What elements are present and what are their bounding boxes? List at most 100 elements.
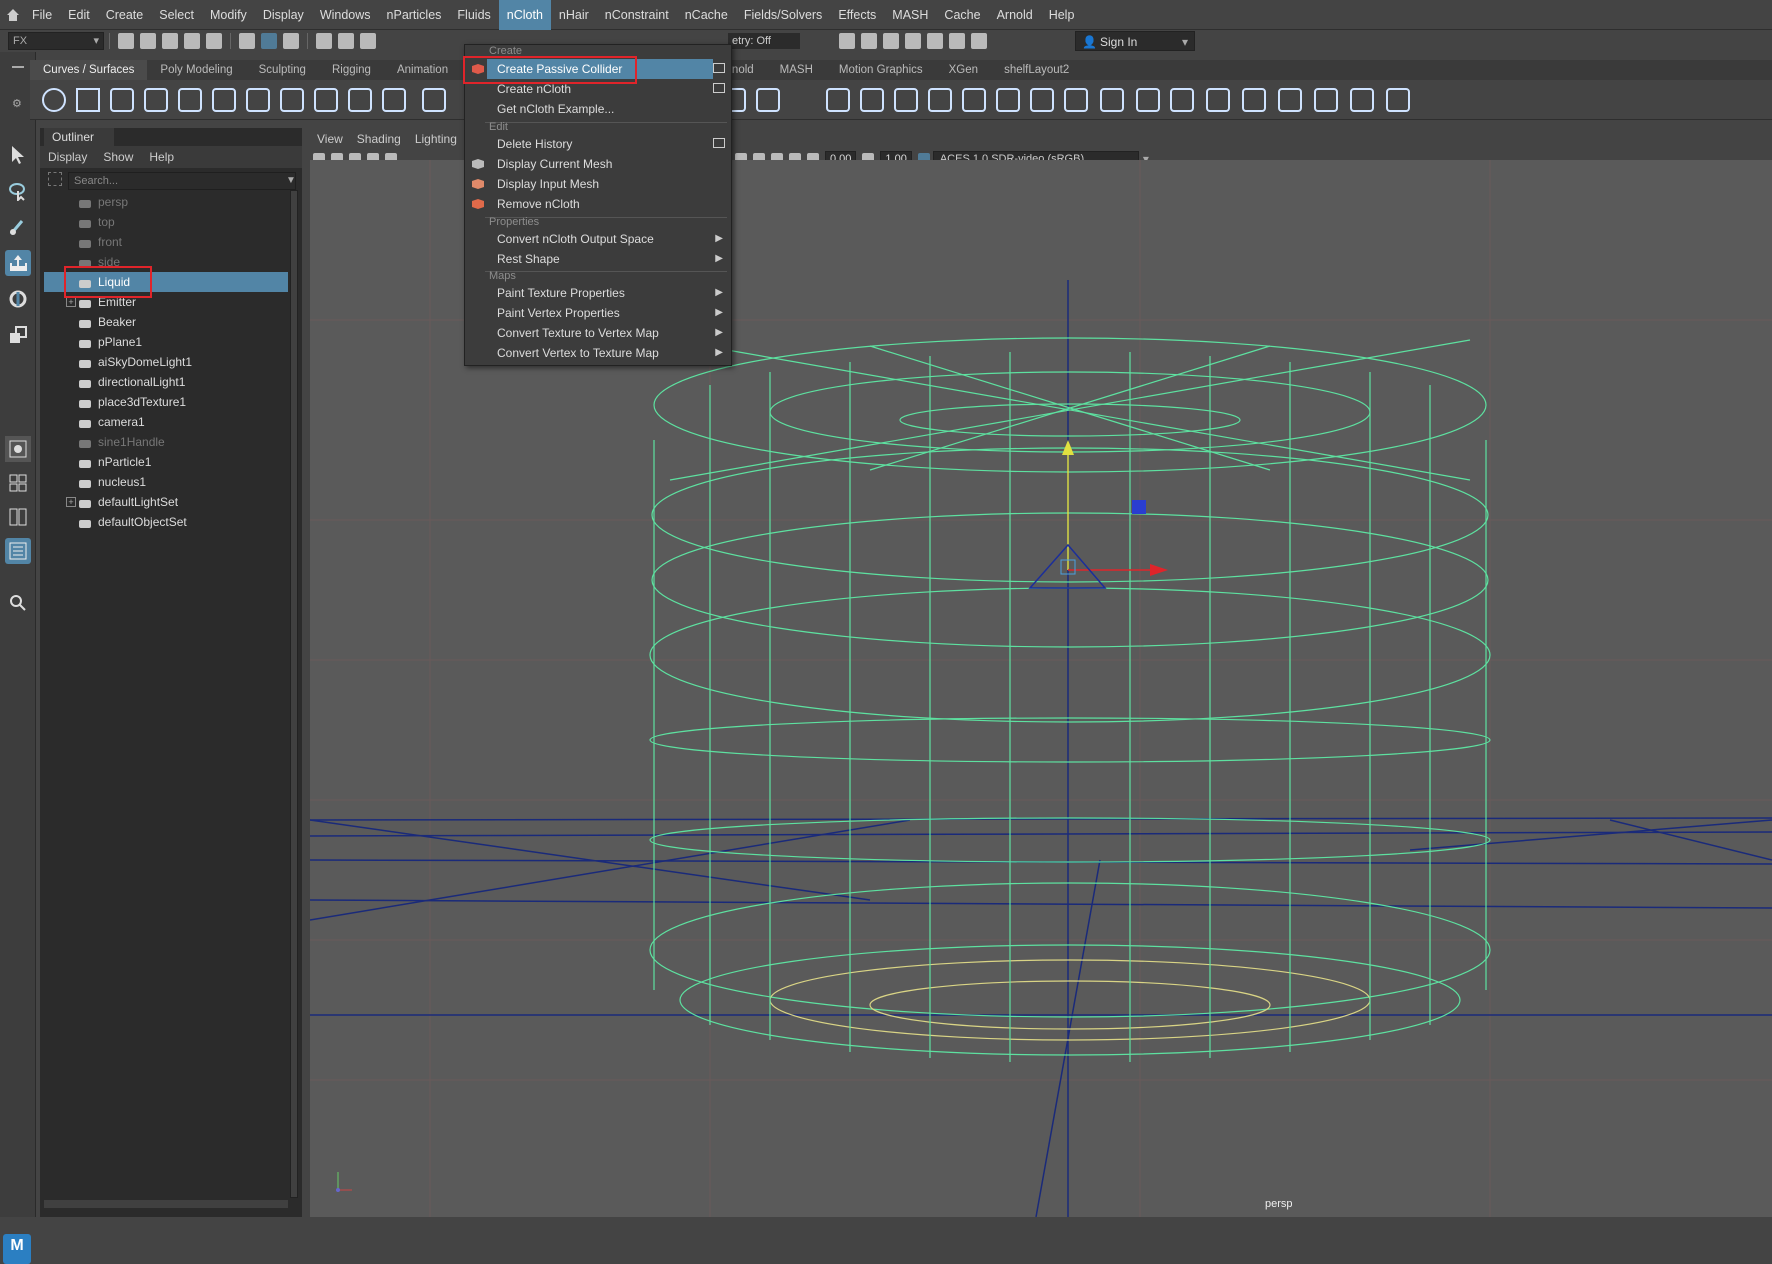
outliner-menu-help[interactable]: Help [141,150,182,164]
curve-reverse-icon[interactable] [422,88,446,112]
outliner-item[interactable]: sine1Handle [44,432,288,452]
paint-select-tool-icon[interactable] [5,214,31,240]
menu-nconstraint[interactable]: nConstraint [597,0,677,30]
surface-rebuild-icon[interactable] [1278,88,1302,112]
surface-detach-icon[interactable] [1136,88,1160,112]
select-hierarchy-icon[interactable] [239,33,255,49]
menu-cache[interactable]: Cache [936,0,988,30]
shelf-tab-rigging[interactable]: Rigging [319,60,384,80]
menu-fluids[interactable]: Fluids [449,0,498,30]
symmetry-field[interactable]: etry: Off [728,33,800,49]
outliner-item[interactable]: persp [44,192,288,212]
menu-item-rest-shape[interactable]: Rest Shape ▶ [487,249,723,269]
search-icon[interactable] [5,590,31,616]
camera-tools-icon[interactable] [949,33,965,49]
curve-rebuild-icon[interactable] [382,88,406,112]
menu-item-paint-texture-properties[interactable]: Paint Texture Properties ▶ [487,283,723,303]
surface-boundary-icon[interactable] [928,88,952,112]
filter-icon[interactable] [48,172,62,186]
expand-icon[interactable]: + [66,297,76,307]
outliner-item[interactable]: front [44,232,288,252]
shelf-tab-shelflayout2[interactable]: shelfLayout2 [991,60,1082,80]
outliner-item[interactable]: directionalLight1 [44,372,288,392]
menu-item-convert-output-space[interactable]: Convert nCloth Output Space ▶ [487,229,723,249]
rotate-tool-icon[interactable] [5,286,31,312]
render-settings-icon[interactable] [883,33,899,49]
outliner-layout-icon[interactable] [5,538,31,564]
move-tool-icon[interactable] [5,250,31,276]
menu-mash[interactable]: MASH [884,0,936,30]
option-box-icon[interactable] [713,63,725,73]
pencil-curve-icon[interactable] [144,88,168,112]
gear-icon[interactable]: ⚙ [12,97,22,110]
surface-stitch-icon[interactable] [1206,88,1230,112]
four-view-layout-icon[interactable] [5,470,31,496]
scale-tool-icon[interactable] [5,322,31,348]
open-scene-icon[interactable] [140,33,156,49]
surface-align-icon[interactable] [1170,88,1194,112]
curve-fillet-icon[interactable] [280,88,304,112]
menu-fields-solvers[interactable]: Fields/Solvers [736,0,831,30]
shelf-tab-motion-graphics[interactable]: Motion Graphics [826,60,936,80]
surface-offset-icon[interactable] [1350,88,1374,112]
surface-bevel-icon[interactable] [996,88,1020,112]
menu-create[interactable]: Create [98,0,152,30]
curve-extend-icon[interactable] [314,88,338,112]
select-object-icon[interactable] [261,33,277,49]
viewport-menu-view[interactable]: View [310,132,350,146]
outliner-item[interactable]: nParticle1 [44,452,288,472]
menu-modify[interactable]: Modify [202,0,255,30]
surface-untrim-icon[interactable] [1064,88,1088,112]
menu-item-paint-vertex-properties[interactable]: Paint Vertex Properties ▶ [487,303,723,323]
outliner-menu-display[interactable]: Display [40,150,95,164]
outliner-item[interactable]: place3dTexture1 [44,392,288,412]
ipr-render-icon[interactable] [861,33,877,49]
ep-curve-icon[interactable] [178,88,202,112]
outliner-item[interactable]: + defaultLightSet [44,492,288,512]
surface-birail-icon[interactable] [894,88,918,112]
outliner-item[interactable]: camera1 [44,412,288,432]
outliner-item[interactable]: Beaker [44,312,288,332]
menu-item-convert-texture-to-vertex[interactable]: Convert Texture to Vertex Map ▶ [487,323,723,343]
shelf-tab-xgen[interactable]: XGen [936,60,991,80]
new-scene-icon[interactable] [118,33,134,49]
shelf-menu-icon[interactable] [12,66,24,68]
menu-file[interactable]: File [24,0,60,30]
shelf-tab-poly-modeling[interactable]: Poly Modeling [147,60,245,80]
menu-arnold[interactable]: Arnold [989,0,1041,30]
menu-nparticles[interactable]: nParticles [379,0,450,30]
menu-item-remove-ncloth[interactable]: Remove nCloth [487,194,713,214]
outliner-horizontal-scrollbar[interactable] [44,1200,288,1208]
outliner-search-input[interactable]: Search... [68,172,296,190]
nurbs-square-icon[interactable] [76,88,100,112]
surface-sculpt-icon[interactable] [1242,88,1266,112]
menu-windows[interactable]: Windows [312,0,379,30]
save-scene-icon[interactable] [162,33,178,49]
viewport-menu-shading[interactable]: Shading [350,132,408,146]
surface-attach-icon[interactable] [1100,88,1124,112]
menu-effects[interactable]: Effects [830,0,884,30]
menu-item-display-current-mesh[interactable]: Display Current Mesh [487,154,713,174]
surface-fillet-icon[interactable] [1386,88,1410,112]
chevron-down-icon[interactable]: ▼ [286,175,296,186]
shelf-tab-animation[interactable]: Animation [384,60,461,80]
menu-ncloth[interactable]: nCloth [498,0,551,30]
menu-item-get-ncloth-example[interactable]: Get nCloth Example... [487,99,713,119]
menu-item-delete-history[interactable]: Delete History [487,134,713,154]
shelf-tab-sculpting[interactable]: Sculpting [246,60,319,80]
curve-intersect-icon[interactable] [246,88,270,112]
option-box-icon[interactable] [713,83,725,93]
outliner-item[interactable]: top [44,212,288,232]
surface-square-icon[interactable] [962,88,986,112]
menu-item-convert-vertex-to-texture[interactable]: Convert Vertex to Texture Map ▶ [487,343,723,363]
menu-edit[interactable]: Edit [60,0,98,30]
outliner-vertical-scrollbar[interactable] [290,190,298,1198]
two-view-layout-icon[interactable] [5,504,31,530]
outliner-tab[interactable]: Outliner [44,128,114,146]
pause-icon[interactable] [971,33,987,49]
viewport-menu-lighting[interactable]: Lighting [408,132,464,146]
surface-planar-icon[interactable] [826,88,850,112]
outliner-item[interactable]: aiSkyDomeLight1 [44,352,288,372]
menuset-dropdown[interactable]: FX ▾ [8,32,104,50]
select-tool-icon[interactable] [5,142,31,168]
